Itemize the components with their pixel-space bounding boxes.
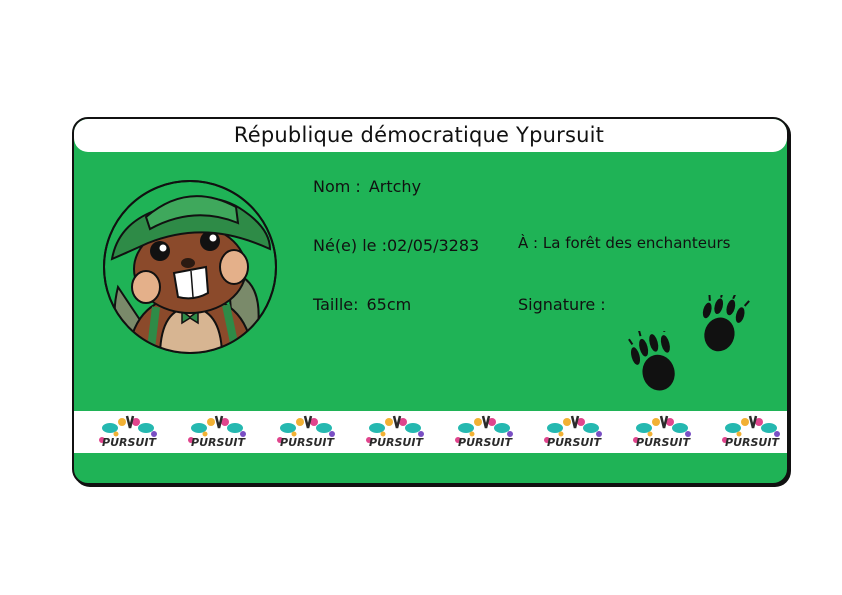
height-field: Taille: 65cm <box>313 295 411 314</box>
height-value: 65cm <box>366 295 412 314</box>
logo-text: PURSUIT <box>547 436 602 449</box>
name-field: Nom : Artchy <box>313 177 421 196</box>
ypursuit-logo-icon: PURSUIT <box>455 415 513 449</box>
logo-text: PURSUIT <box>102 436 157 449</box>
ypursuit-logo-icon: PURSUIT <box>722 415 780 449</box>
birthplace-label: À : <box>518 234 539 252</box>
birth-field: Né(e) le :02/05/3283 <box>313 236 479 255</box>
logo-text: PURSUIT <box>725 436 780 449</box>
logo-text: PURSUIT <box>280 436 335 449</box>
title-band: République démocratique Ypursuit <box>74 119 787 152</box>
logo-text: PURSUIT <box>636 436 691 449</box>
ypursuit-logo-icon: PURSUIT <box>366 415 424 449</box>
ypursuit-logo-icon: PURSUIT <box>188 415 246 449</box>
logo-text: PURSUIT <box>369 436 424 449</box>
birth-label: Né(e) le : <box>313 236 387 255</box>
ypursuit-logo-icon: PURSUIT <box>633 415 691 449</box>
signature-field: Signature : <box>518 295 606 314</box>
logo-text: PURSUIT <box>458 436 513 449</box>
birth-value: 02/05/3283 <box>387 236 480 255</box>
paw-print-icon <box>702 295 750 352</box>
beaver-mascot-icon <box>103 180 277 354</box>
name-value: Artchy <box>368 177 422 196</box>
height-label: Taille: <box>313 295 359 314</box>
name-label: Nom : <box>313 177 361 196</box>
identity-card: République démocratique Ypursuit Nom: A… <box>72 117 789 485</box>
birthplace-value: La forêt des enchanteurs <box>542 234 731 252</box>
paw-print-icon <box>628 331 675 391</box>
signature-label: Signature : <box>518 295 606 314</box>
ypursuit-logo-icon: PURSUIT <box>277 415 335 449</box>
ypursuit-logo-icon: PURSUIT <box>544 415 602 449</box>
logo-strip: PURSUIT PURSUIT PURSUIT PURSUIT PURSUIT PURSU… <box>74 411 787 453</box>
ypursuit-logo-icon: PURSUIT <box>99 415 157 449</box>
logo-text: PURSUIT <box>191 436 246 449</box>
birthplace-field: À : La forêt des enchanteurs <box>518 234 731 252</box>
card-title: République démocratique Ypursuit <box>233 123 605 147</box>
